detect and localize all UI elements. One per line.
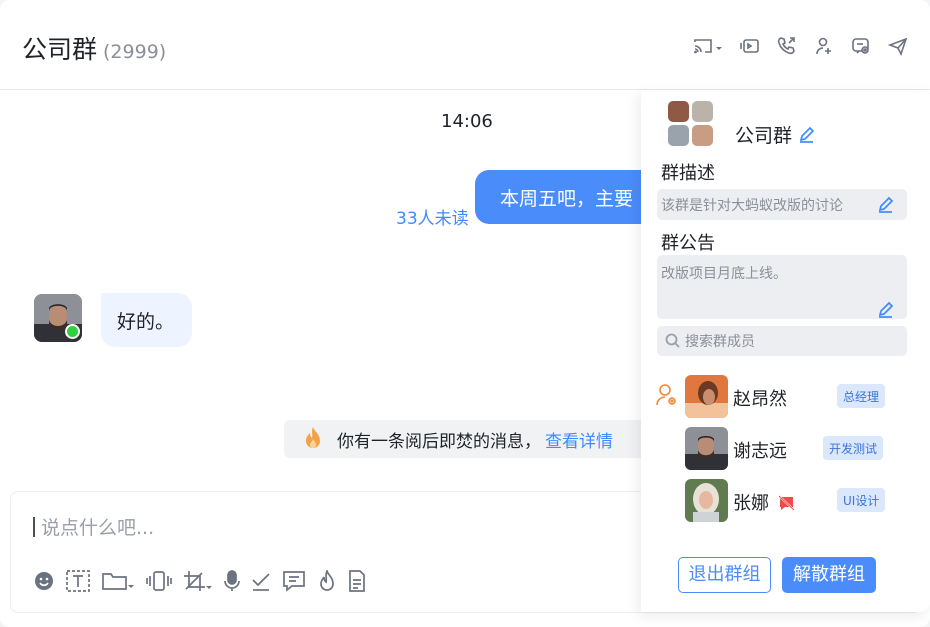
vibrate-icon[interactable] xyxy=(146,570,172,592)
member-role-badge: 总经理 xyxy=(837,384,886,408)
member-name: 谢志远 xyxy=(733,441,787,462)
fire-icon xyxy=(302,426,324,450)
member-row[interactable]: 赵昂然 总经理 xyxy=(641,375,930,419)
cast-icon[interactable] xyxy=(693,36,723,56)
screen-share-icon[interactable] xyxy=(740,36,760,56)
member-name: 赵昂然 xyxy=(733,389,787,410)
quit-group-button[interactable]: 退出群组 xyxy=(678,557,771,593)
incoming-message-bubble[interactable]: 好的。 xyxy=(101,293,192,347)
member-role-badge: UI设计 xyxy=(837,488,886,512)
description-label: 群描述 xyxy=(661,163,715,184)
microphone-icon[interactable] xyxy=(224,570,240,592)
group-description-field[interactable]: 该群是针对大蚂蚁改版的讨论 xyxy=(657,189,907,220)
group-owner-icon xyxy=(656,383,678,407)
message-timestamp: 14:06 xyxy=(441,111,493,132)
burn-after-reading-notice: 你有一条阅后即焚的消息， 查看详情 xyxy=(284,420,664,458)
member-row[interactable]: 张娜 UI设计 xyxy=(641,479,930,523)
group-notice-text: 改版项目月底上线。 xyxy=(661,266,787,282)
folder-icon[interactable] xyxy=(101,570,135,592)
panel-group-name: 公司群 xyxy=(735,125,793,147)
chat-window: 公司群 (2999) 14:06 33人未读 本周五吧，主要 好的。 你有一条阅… xyxy=(0,0,930,627)
member-search-placeholder: 搜索群成员 xyxy=(685,334,755,350)
text-caret xyxy=(33,517,35,537)
group-settings-icon[interactable] xyxy=(851,36,871,56)
member-search-input[interactable]: 搜索群成员 xyxy=(657,326,907,356)
group-notice-field[interactable]: 改版项目月底上线。 xyxy=(657,255,907,319)
send-icon[interactable] xyxy=(888,36,908,56)
online-status-badge xyxy=(65,324,80,339)
group-description-text: 该群是针对大蚂蚁改版的讨论 xyxy=(661,198,843,214)
member-name: 张娜 xyxy=(733,493,769,514)
member-count: (2999) xyxy=(103,41,167,63)
header-toolbar xyxy=(693,36,908,56)
group-info-panel: 公司群 群描述 该群是针对大蚂蚁改版的讨论 群公告 改版项目月底上线。 搜索群成… xyxy=(641,90,930,612)
dissolve-group-button[interactable]: 解散群组 xyxy=(782,557,876,593)
phone-call-icon[interactable] xyxy=(777,36,797,56)
search-icon xyxy=(665,333,680,348)
message-icon[interactable] xyxy=(282,570,306,592)
edit-notice-icon[interactable] xyxy=(877,301,894,318)
muted-icon xyxy=(778,495,795,511)
check-icon[interactable] xyxy=(251,570,271,592)
message-input[interactable]: 说点什么吧... xyxy=(33,513,154,540)
member-role-badge: 开发测试 xyxy=(823,436,884,460)
avatar[interactable] xyxy=(685,427,728,470)
group-avatar[interactable] xyxy=(668,101,714,147)
composer-toolbar xyxy=(33,570,366,592)
page-title: 公司群 (2999) xyxy=(22,30,166,66)
add-member-icon[interactable] xyxy=(814,36,834,56)
view-details-link[interactable]: 查看详情 xyxy=(545,432,613,452)
fire-icon[interactable] xyxy=(317,570,337,592)
text-format-icon[interactable] xyxy=(66,570,90,592)
edit-name-icon[interactable] xyxy=(798,126,815,143)
burn-notice-text: 你有一条阅后即焚的消息， xyxy=(337,432,541,452)
avatar[interactable] xyxy=(685,479,728,522)
notice-label: 群公告 xyxy=(661,233,715,254)
avatar[interactable] xyxy=(685,375,728,418)
document-icon[interactable] xyxy=(348,570,366,592)
message-input-placeholder: 说点什么吧... xyxy=(41,517,155,539)
group-title: 公司群 xyxy=(22,35,98,64)
member-row[interactable]: 谢志远 开发测试 xyxy=(641,427,930,471)
emoji-icon[interactable] xyxy=(33,570,55,592)
unread-count-link[interactable]: 33人未读 xyxy=(396,204,469,229)
screenshot-icon[interactable] xyxy=(183,570,213,592)
chat-header: 公司群 (2999) xyxy=(0,0,930,90)
edit-description-icon[interactable] xyxy=(877,196,894,213)
